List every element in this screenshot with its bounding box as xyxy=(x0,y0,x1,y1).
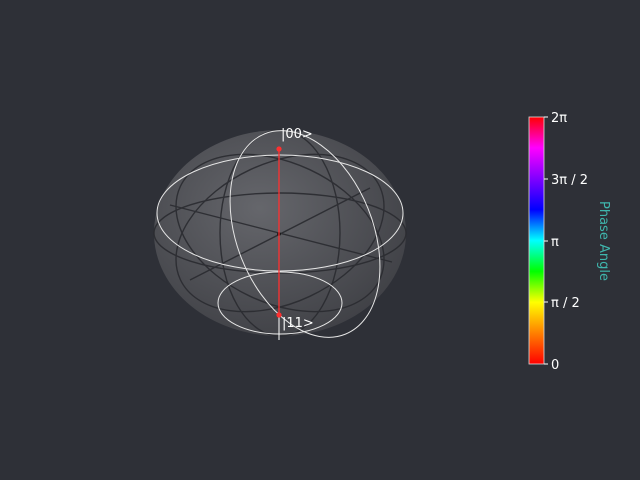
colorbar-tick-3pi-2: 3π / 2 xyxy=(551,173,588,188)
colorbar: 2π 3π / 2 π π / 2 0 Phase Angle xyxy=(528,111,611,373)
bloch-sphere-figure: |00> |11> 2π 3π / 2 π π / 2 0 Phase Angl… xyxy=(153,111,611,373)
colorbar-tick-pi: π xyxy=(551,235,559,250)
colorbar-tick-pi-2: π / 2 xyxy=(551,296,580,311)
bottom-state-label: |11> xyxy=(282,316,314,331)
colorbar-tick-2pi: 2π xyxy=(551,111,567,126)
colorbar-tick-0: 0 xyxy=(551,358,559,373)
top-state-marker xyxy=(276,146,282,152)
top-state-label: |00> xyxy=(281,127,313,142)
bottom-state-marker xyxy=(276,312,282,318)
colorbar-ticks xyxy=(544,116,548,365)
sphere: |00> |11> xyxy=(153,127,407,340)
colorbar-title: Phase Angle xyxy=(596,201,611,281)
colorbar-gradient xyxy=(528,116,545,365)
